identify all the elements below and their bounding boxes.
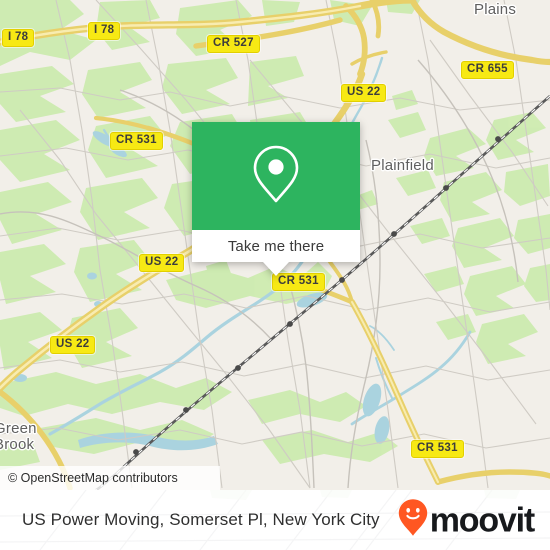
attribution-text[interactable]: © OpenStreetMap contributors — [8, 471, 178, 485]
road-shield-us-22-south[interactable]: US 22 — [50, 336, 96, 354]
road-shield-cr-527[interactable]: CR 527 — [207, 35, 260, 53]
map-screenshot: Plains Plainfield Green Brook I 78 I 78 … — [0, 0, 550, 550]
map-canvas[interactable]: Plains Plainfield Green Brook I 78 I 78 … — [0, 0, 550, 490]
popup-tail — [263, 262, 289, 276]
footer-bar: US Power Moving, Somerset Pl, New York C… — [0, 490, 550, 550]
location-pin-icon — [251, 143, 301, 210]
moovit-smiley-pin-icon — [398, 499, 428, 542]
road-shield-us-22-north[interactable]: US 22 — [341, 84, 387, 102]
road-shield-us-22-mid[interactable]: US 22 — [139, 254, 185, 272]
road-shield-cr-531-north[interactable]: CR 531 — [110, 132, 163, 150]
moovit-wordmark: moovit — [429, 501, 535, 539]
location-address: US Power Moving, Somerset Pl, New York C… — [22, 510, 380, 529]
moovit-logo[interactable]: moovit — [398, 499, 535, 542]
popup-header — [192, 122, 360, 230]
take-me-there-button[interactable]: Take me there — [192, 230, 360, 262]
road-shield-i-78-east[interactable]: I 78 — [88, 22, 121, 40]
road-shield-i-78-west[interactable]: I 78 — [2, 29, 35, 47]
road-shield-cr-655[interactable]: CR 655 — [461, 61, 514, 79]
take-me-there-label: Take me there — [227, 237, 325, 255]
location-popup[interactable]: Take me there — [192, 122, 360, 276]
attribution-bar: © OpenStreetMap contributors — [0, 466, 220, 490]
road-shield-cr-531-south[interactable]: CR 531 — [411, 440, 464, 458]
